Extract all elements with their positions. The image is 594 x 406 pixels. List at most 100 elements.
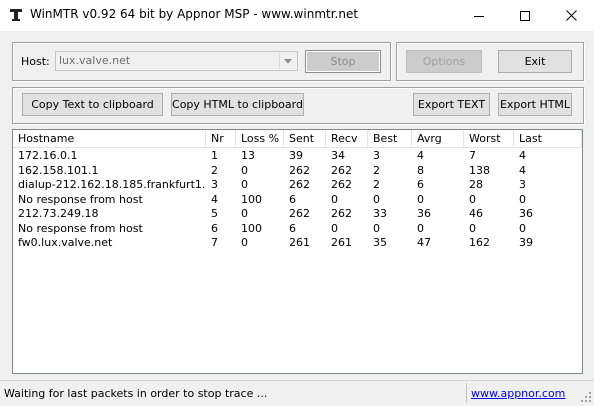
column-header-worst[interactable]: Worst xyxy=(464,130,514,147)
copy-text-button[interactable]: Copy Text to clipboard xyxy=(22,93,163,116)
cell-hostname: 162.158.101.1 xyxy=(18,163,99,177)
cell-worst: 0 xyxy=(469,221,476,235)
cell-loss: 13 xyxy=(241,149,255,162)
cell-loss: 0 xyxy=(241,163,248,177)
cell-nr: 6 xyxy=(211,221,218,235)
export-text-button[interactable]: Export TEXT xyxy=(413,93,490,116)
exit-button-label: Exit xyxy=(524,55,546,68)
maximize-icon xyxy=(520,10,530,21)
cell-best: 35 xyxy=(373,236,387,249)
cell-worst: 0 xyxy=(469,192,476,206)
table-row[interactable]: 172.16.0.1 1 13 39 34 3 4 7 4 xyxy=(13,149,582,163)
cell-avrg: 6 xyxy=(417,178,424,191)
column-header-last[interactable]: Last xyxy=(514,130,582,147)
window-title: WinMTR v0.92 64 bit by Appnor MSP - www.… xyxy=(30,7,359,21)
resize-grip-icon[interactable] xyxy=(580,391,592,403)
copy-html-button-label: Copy HTML to clipboard xyxy=(172,98,303,111)
status-message: Waiting for last packets in order to sto… xyxy=(4,387,268,400)
dropdown-arrow-icon[interactable] xyxy=(279,53,296,69)
cell-last: 39 xyxy=(519,236,533,249)
cell-sent: 6 xyxy=(289,192,296,206)
minimize-icon xyxy=(474,15,484,17)
export-html-button[interactable]: Export HTML xyxy=(498,93,572,116)
cell-hostname: dialup-212.162.18.185.frankfurt1.eu.l... xyxy=(18,178,206,191)
cell-best: 2 xyxy=(373,163,380,177)
cell-loss: 0 xyxy=(241,207,248,220)
status-divider xyxy=(466,383,467,403)
host-combobox[interactable]: lux.valve.net xyxy=(55,51,298,71)
cell-avrg: 4 xyxy=(417,149,424,162)
cell-worst: 46 xyxy=(469,207,483,220)
cell-worst: 138 xyxy=(469,163,490,177)
appnor-link[interactable]: www.appnor.com xyxy=(471,387,565,400)
cell-loss: 0 xyxy=(241,236,248,249)
table-row[interactable]: No response from host 6 100 6 0 0 0 0 0 xyxy=(13,222,582,236)
options-button[interactable]: Options xyxy=(406,50,482,73)
cell-nr: 4 xyxy=(211,192,218,206)
cell-hostname: No response from host xyxy=(18,221,143,235)
cell-recv: 261 xyxy=(331,236,352,249)
cell-nr: 5 xyxy=(211,207,218,220)
cell-loss: 100 xyxy=(241,192,262,206)
cell-sent: 262 xyxy=(289,207,310,220)
cell-best: 0 xyxy=(373,192,380,206)
results-table[interactable]: Hostname Nr Loss % Sent Recv Best Avrg Worst Las… xyxy=(12,129,583,374)
copy-text-button-label: Copy Text to clipboard xyxy=(31,98,154,111)
table-row[interactable]: 162.158.101.1 2 0 262 262 2 8 138 4 xyxy=(13,164,582,178)
stop-button[interactable]: Stop xyxy=(305,50,381,73)
export-text-button-label: Export TEXT xyxy=(417,98,486,111)
cell-nr: 7 xyxy=(211,236,218,249)
winmtr-app-icon xyxy=(9,8,23,22)
cell-sent: 261 xyxy=(289,236,310,249)
table-row[interactable]: fw0.lux.valve.net 7 0 261 261 35 47 162 39 xyxy=(13,236,582,250)
title-bar[interactable]: WinMTR v0.92 64 bit by Appnor MSP - www.… xyxy=(0,0,594,31)
cell-recv: 0 xyxy=(331,221,338,235)
cell-recv: 262 xyxy=(331,207,352,220)
cell-last: 4 xyxy=(519,149,526,162)
cell-sent: 262 xyxy=(289,163,310,177)
cell-last: 3 xyxy=(519,178,526,191)
cell-nr: 3 xyxy=(211,178,218,191)
column-header-sent[interactable]: Sent xyxy=(284,130,326,147)
copy-html-button[interactable]: Copy HTML to clipboard xyxy=(171,93,304,116)
cell-sent: 39 xyxy=(289,149,303,162)
cell-avrg: 8 xyxy=(417,163,424,177)
cell-avrg: 47 xyxy=(417,236,431,249)
cell-best: 33 xyxy=(373,207,387,220)
column-header-avrg[interactable]: Avrg xyxy=(412,130,464,147)
column-header-best[interactable]: Best xyxy=(368,130,412,147)
cell-worst: 7 xyxy=(469,149,476,162)
cell-sent: 262 xyxy=(289,178,310,191)
cell-best: 3 xyxy=(373,149,380,162)
stop-button-label: Stop xyxy=(330,55,356,68)
cell-recv: 0 xyxy=(331,192,338,206)
column-header-loss[interactable]: Loss % xyxy=(236,130,284,147)
close-button[interactable] xyxy=(548,0,594,31)
host-value: lux.valve.net xyxy=(59,54,131,67)
cell-recv: 262 xyxy=(331,163,352,177)
cell-hostname: 172.16.0.1 xyxy=(18,149,78,162)
table-row[interactable]: No response from host 4 100 6 0 0 0 0 0 xyxy=(13,193,582,207)
cell-recv: 262 xyxy=(331,178,352,191)
cell-last: 36 xyxy=(519,207,533,220)
exit-button[interactable]: Exit xyxy=(498,50,572,73)
cell-hostname: 212.73.249.18 xyxy=(18,207,99,220)
table-row[interactable]: 212.73.249.18 5 0 262 262 33 36 46 36 xyxy=(13,207,582,221)
export-html-button-label: Export HTML xyxy=(499,98,571,111)
cell-avrg: 0 xyxy=(417,192,424,206)
cell-recv: 34 xyxy=(331,149,345,162)
cell-hostname: fw0.lux.valve.net xyxy=(18,236,113,249)
cell-worst: 28 xyxy=(469,178,483,191)
table-row[interactable]: dialup-212.162.18.185.frankfurt1.eu.l...… xyxy=(13,178,582,192)
column-header-recv[interactable]: Recv xyxy=(326,130,368,147)
cell-worst: 162 xyxy=(469,236,490,249)
minimize-button[interactable] xyxy=(456,0,502,31)
options-button-label: Options xyxy=(422,55,466,68)
cell-best: 2 xyxy=(373,178,380,191)
cell-nr: 1 xyxy=(211,149,218,162)
cell-loss: 0 xyxy=(241,178,248,191)
maximize-button[interactable] xyxy=(502,0,548,31)
column-header-hostname[interactable]: Hostname xyxy=(13,130,206,147)
column-header-nr[interactable]: Nr xyxy=(206,130,236,147)
host-label: Host: xyxy=(21,55,50,68)
